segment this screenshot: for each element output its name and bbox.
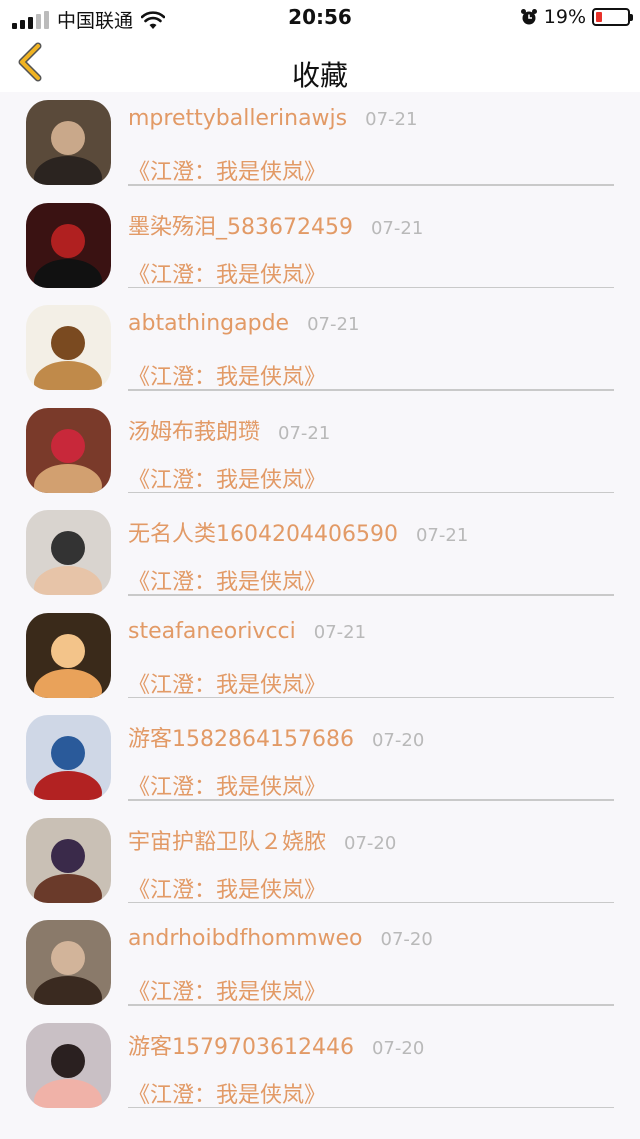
avatar[interactable] xyxy=(26,817,111,903)
favorite-date: 07-20 xyxy=(380,929,433,950)
avatar[interactable] xyxy=(26,202,111,288)
battery-percent: 19% xyxy=(543,6,586,28)
avatar[interactable] xyxy=(26,612,111,698)
favorite-title[interactable]: 《江澄：我是侠岚》 xyxy=(128,872,326,904)
favorite-date: 07-21 xyxy=(365,109,418,130)
favorite-date: 07-20 xyxy=(371,1037,425,1059)
list-item[interactable]: 汤姆布莪朗瓒 07-21 《江澄：我是侠岚》 xyxy=(0,400,640,503)
list-item[interactable]: mprettyballerinawjs 07-21 《江澄：我是侠岚》 xyxy=(0,92,640,195)
favorite-title[interactable]: 《江澄：我是侠岚》 xyxy=(128,974,326,1006)
list-item[interactable]: abtathingapde 07-21 《江澄：我是侠岚》 xyxy=(0,297,640,400)
list-item[interactable]: 无名人类1604204406590 07-21 《江澄：我是侠岚》 xyxy=(0,502,640,605)
user-name: 游客1582864157686 07-20 xyxy=(128,721,424,753)
favorite-title[interactable]: 《江澄：我是侠岚》 xyxy=(128,667,326,699)
divider xyxy=(128,286,614,288)
user-name: 游客1579703612446 07-20 xyxy=(128,1029,424,1061)
list-item[interactable]: 墨染殇泪_583672459 07-21 《江澄：我是侠岚》 xyxy=(0,195,640,298)
user-name: 墨染殇泪_583672459 07-21 xyxy=(128,209,423,241)
divider xyxy=(128,1106,614,1108)
divider xyxy=(128,1004,614,1006)
user-name: 无名人类1604204406590 07-21 xyxy=(128,516,468,548)
avatar[interactable] xyxy=(26,920,111,1005)
favorite-date: 07-21 xyxy=(415,525,469,546)
nav-bar: 收藏 xyxy=(0,34,640,92)
favorite-title[interactable]: 《江澄：我是侠岚》 xyxy=(128,257,326,289)
user-name-text: abtathingapde xyxy=(128,311,290,336)
user-name-text: mprettyballerinawjs xyxy=(128,106,348,131)
user-name: steafaneorivcci 07-21 xyxy=(128,619,366,644)
battery-level-fill xyxy=(596,12,602,22)
avatar[interactable] xyxy=(26,407,111,493)
favorites-list: mprettyballerinawjs 07-21 《江澄：我是侠岚》 墨染殇泪_58… xyxy=(0,92,640,1117)
user-name-text: 无名人类1604204406590 xyxy=(128,522,398,547)
divider xyxy=(128,491,614,493)
favorite-date: 07-20 xyxy=(371,730,425,751)
avatar[interactable] xyxy=(26,715,111,800)
favorite-title[interactable]: 《江澄：我是侠岚》 xyxy=(128,1077,326,1109)
page-title: 收藏 xyxy=(291,59,348,92)
favorite-title[interactable]: 《江澄：我是侠岚》 xyxy=(128,769,326,801)
user-name-text: 游客1582864157686 xyxy=(128,727,354,752)
favorite-title[interactable]: 《江澄：我是侠岚》 xyxy=(128,462,326,494)
status-bar: 中国联通 20:56 19% xyxy=(0,0,640,34)
favorite-title[interactable]: 《江澄：我是侠岚》 xyxy=(128,154,326,186)
divider xyxy=(128,799,614,801)
user-name-text: andrhoibdfhommweo xyxy=(128,926,363,951)
user-name: 宇宙护豁卫队２娆脓 07-20 xyxy=(128,824,396,856)
favorite-title[interactable]: 《江澄：我是侠岚》 xyxy=(128,359,326,391)
avatar[interactable] xyxy=(26,100,111,185)
favorite-title[interactable]: 《江澄：我是侠岚》 xyxy=(128,564,326,596)
favorite-date: 07-21 xyxy=(313,621,367,643)
divider xyxy=(128,389,614,391)
status-right: 19% xyxy=(520,6,633,28)
user-name-text: steafaneorivcci xyxy=(128,618,296,644)
list-item[interactable]: steafaneorivcci 07-21 《江澄：我是侠岚》 xyxy=(0,605,640,708)
list-item[interactable]: 宇宙护豁卫队２娆脓 07-20 《江澄：我是侠岚》 xyxy=(0,810,640,913)
favorite-date: 07-20 xyxy=(344,832,397,854)
list-item[interactable]: andrhoibdfhommweo 07-20 《江澄：我是侠岚》 xyxy=(0,912,640,1015)
divider xyxy=(128,594,614,596)
list-item[interactable]: 游客1582864157686 07-20 《江澄：我是侠岚》 xyxy=(0,707,640,810)
user-name-text: 宇宙护豁卫队２娆脓 xyxy=(128,829,327,855)
avatar[interactable] xyxy=(26,510,111,595)
user-name: mprettyballerinawjs 07-21 xyxy=(128,106,417,131)
alarm-icon xyxy=(520,9,537,25)
battery-icon xyxy=(592,8,633,26)
divider xyxy=(128,184,614,186)
user-name-text: 游客1579703612446 xyxy=(128,1034,354,1060)
divider xyxy=(128,696,614,698)
user-name-text: 墨染殇泪_583672459 xyxy=(128,214,353,240)
avatar[interactable] xyxy=(26,305,111,390)
favorite-date: 07-21 xyxy=(278,422,331,444)
favorite-date: 07-21 xyxy=(307,314,360,335)
user-name: 汤姆布莪朗瓒 07-21 xyxy=(128,414,330,446)
divider xyxy=(128,901,614,903)
user-name: andrhoibdfhommweo 07-20 xyxy=(128,926,433,951)
user-name-text: 汤姆布莪朗瓒 xyxy=(128,419,261,445)
avatar[interactable] xyxy=(26,1022,111,1108)
user-name: abtathingapde 07-21 xyxy=(128,311,359,336)
favorite-date: 07-21 xyxy=(370,217,424,239)
list-item[interactable]: 游客1579703612446 07-20 《江澄：我是侠岚》 xyxy=(0,1015,640,1118)
